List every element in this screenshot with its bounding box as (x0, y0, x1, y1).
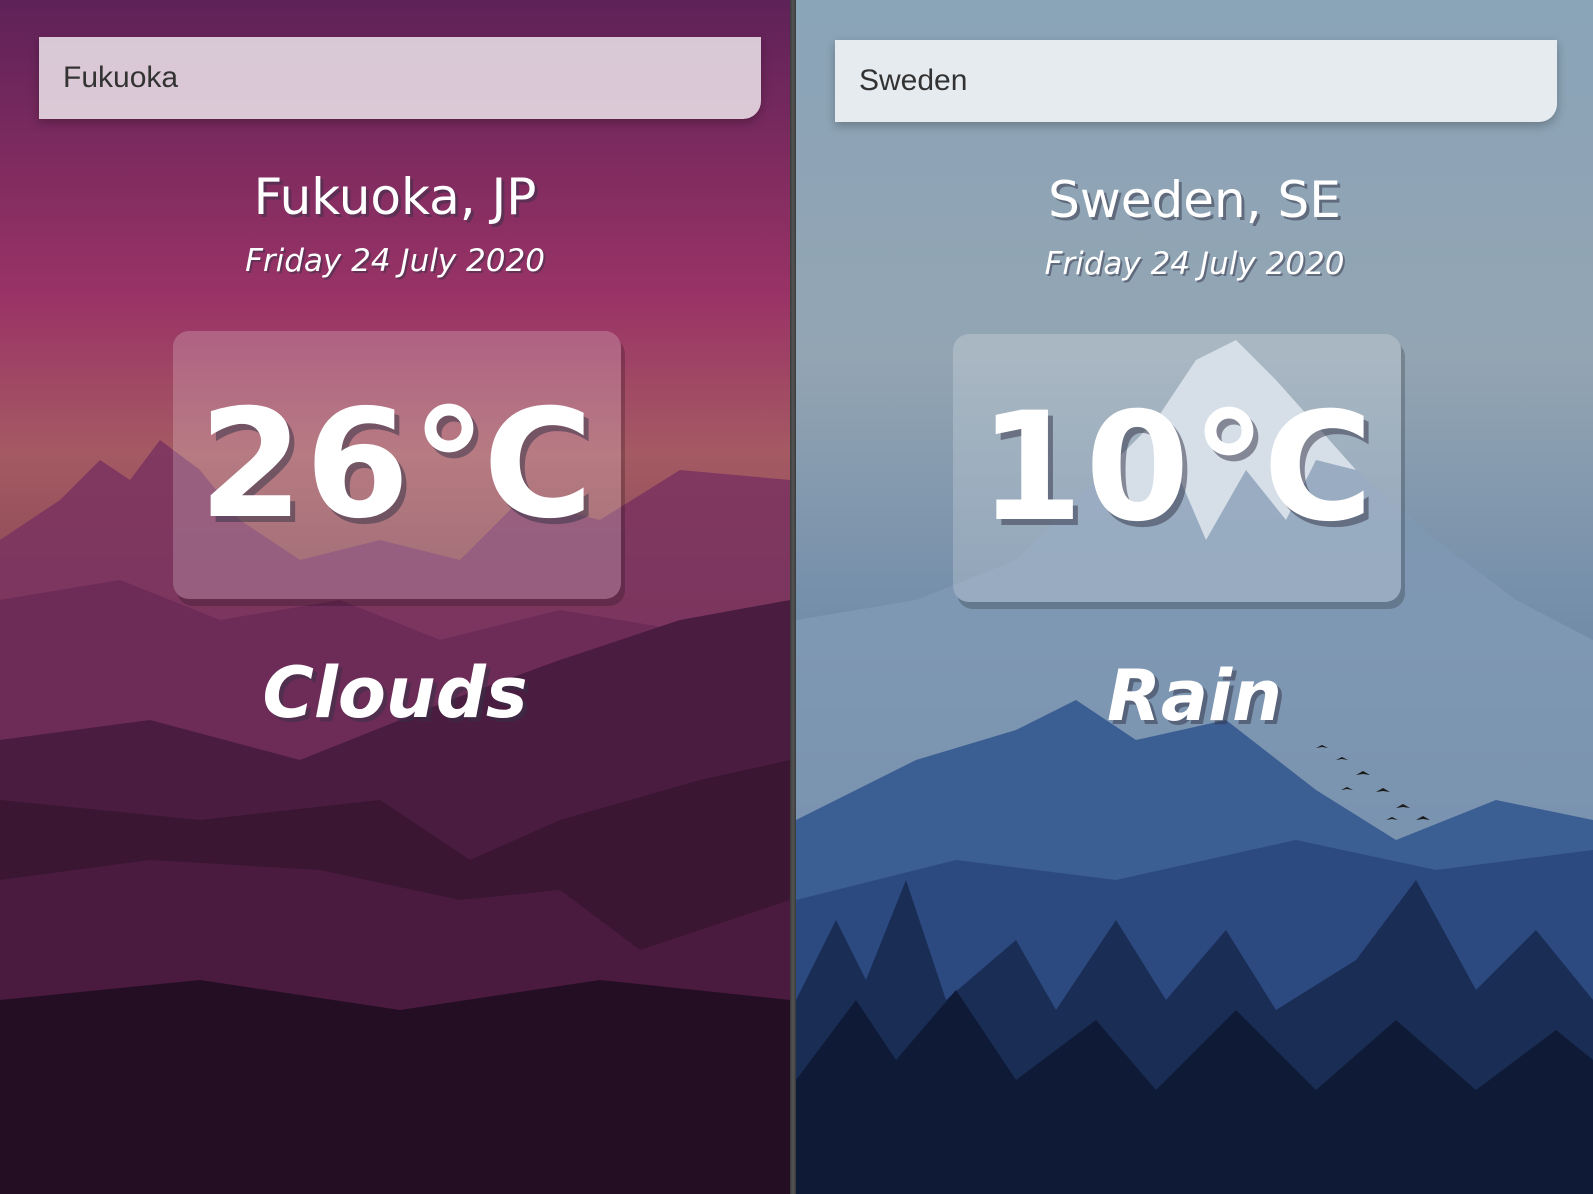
weather-panel-cool: Sweden, SE Friday 24 July 2020 10℃ Rain (796, 0, 1593, 1194)
temperature-value: 26℃ (198, 378, 596, 552)
location-search-input[interactable] (835, 40, 1557, 122)
temperature-box: 10℃ (953, 334, 1401, 602)
date-label: Friday 24 July 2020 (245, 243, 545, 279)
weather-condition: Clouds (262, 652, 528, 734)
weather-condition: Rain (1107, 655, 1282, 737)
location-title: Sweden, SE (1048, 171, 1341, 229)
location-title: Fukuoka, JP (253, 168, 537, 226)
temperature-value: 10℃ (978, 381, 1376, 555)
weather-app-comparison: Fukuoka, JP Friday 24 July 2020 26℃ Clou… (0, 0, 1593, 1194)
date-label: Friday 24 July 2020 (1044, 246, 1345, 282)
temperature-box: 26℃ (173, 331, 621, 599)
weather-panel-warm: Fukuoka, JP Friday 24 July 2020 26℃ Clou… (0, 0, 790, 1194)
location-search-input[interactable] (39, 37, 761, 119)
